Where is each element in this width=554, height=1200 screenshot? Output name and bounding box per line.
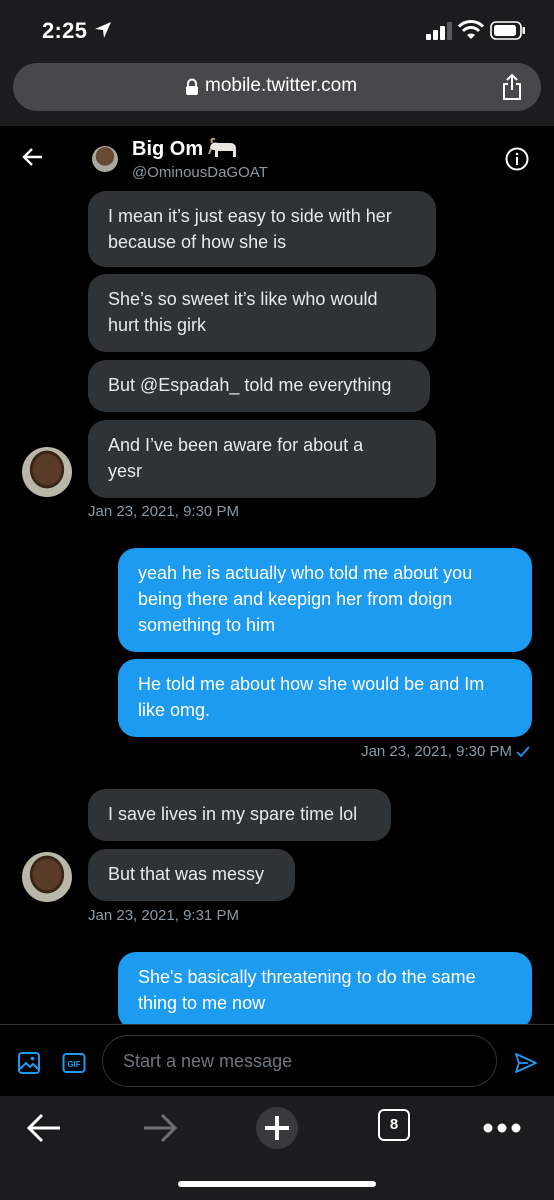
svg-text:GIF: GIF xyxy=(67,1060,80,1069)
message-list[interactable]: I mean it’s just easy to side with her b… xyxy=(0,190,554,1024)
message-timestamp: Jan 23, 2021, 9:30 PM xyxy=(361,743,512,760)
info-icon[interactable] xyxy=(505,147,529,171)
browser-chrome-top: 2:25 mobile.twitter.com xyxy=(0,0,554,126)
more-icon[interactable] xyxy=(482,1122,522,1134)
message-incoming[interactable]: And I’ve been aware for about a yesr xyxy=(88,420,436,498)
home-indicator xyxy=(178,1181,376,1187)
browser-back-icon[interactable] xyxy=(26,1112,62,1144)
message-incoming[interactable]: But that was messy xyxy=(88,849,295,901)
read-check-icon xyxy=(516,746,530,758)
message-incoming[interactable]: I save lives in my spare time lol xyxy=(88,789,391,841)
location-arrow-icon xyxy=(95,22,111,38)
goat-emoji-icon xyxy=(208,137,236,157)
message-composer: GIF xyxy=(0,1024,554,1097)
conversation-handle: @OminousDaGOAT xyxy=(132,164,268,181)
tab-count-button[interactable]: 8 xyxy=(378,1109,410,1141)
new-tab-icon[interactable] xyxy=(255,1106,299,1150)
battery-icon xyxy=(490,21,525,40)
message-incoming[interactable]: I mean it’s just easy to side with her b… xyxy=(88,191,436,267)
image-icon[interactable] xyxy=(17,1051,41,1075)
wifi-icon xyxy=(458,20,484,39)
browser-toolbar: 8 xyxy=(0,1096,554,1200)
signal-icon xyxy=(426,22,452,40)
avatar[interactable] xyxy=(22,852,72,902)
conversation-name[interactable]: Big Om xyxy=(132,138,203,161)
message-outgoing[interactable]: He told me about how she would be and Im… xyxy=(118,659,532,737)
avatar[interactable] xyxy=(92,146,118,172)
send-icon[interactable] xyxy=(514,1051,538,1075)
message-timestamp: Jan 23, 2021, 9:31 PM xyxy=(88,907,239,924)
status-time: 2:25 xyxy=(42,18,88,43)
avatar[interactable] xyxy=(22,447,72,497)
message-incoming[interactable]: She’s so sweet it’s like who would hurt … xyxy=(88,274,436,352)
message-outgoing[interactable]: She's basically threatening to do the sa… xyxy=(118,952,532,1024)
message-timestamp-row: Jan 23, 2021, 9:30 PM xyxy=(361,743,530,760)
url-text: mobile.twitter.com xyxy=(205,75,358,96)
share-icon[interactable] xyxy=(501,73,523,101)
message-incoming[interactable]: But @Espadah_ told me everything xyxy=(88,360,430,412)
address-bar[interactable]: mobile.twitter.com xyxy=(13,63,541,111)
message-input[interactable] xyxy=(102,1035,497,1087)
back-arrow-icon[interactable] xyxy=(22,146,44,168)
message-timestamp: Jan 23, 2021, 9:30 PM xyxy=(88,503,239,520)
gif-icon[interactable]: GIF xyxy=(62,1051,86,1075)
lock-icon xyxy=(186,78,198,95)
conversation-header: Big Om @OminousDaGOAT xyxy=(0,126,554,190)
message-outgoing[interactable]: yeah he is actually who told me about yo… xyxy=(118,548,532,652)
browser-forward-icon[interactable] xyxy=(142,1112,178,1144)
